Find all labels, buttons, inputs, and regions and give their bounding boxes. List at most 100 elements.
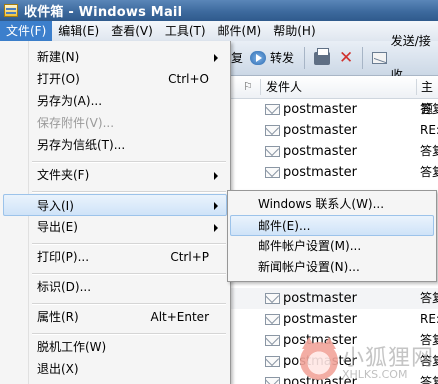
forward-label: 转发 (270, 51, 295, 65)
envelope-icon (265, 104, 280, 115)
mail-app-icon (4, 4, 18, 17)
menu-item-label: 打开(O) (37, 72, 80, 86)
delete-button[interactable]: ✕ (339, 41, 353, 75)
menu-item-save-as[interactable]: 另存为(A)... (3, 90, 227, 112)
menu-item-shortcut: Ctrl+O (168, 72, 209, 86)
menu-separator (32, 273, 226, 275)
menu-item-new[interactable]: 新建(N) (3, 46, 227, 68)
column-divider[interactable] (260, 79, 261, 95)
reply-button[interactable]: 复 (231, 41, 243, 75)
menu-edit[interactable]: 编辑(E) (52, 21, 105, 41)
menu-bar: 文件(F) 编辑(E) 查看(V) 工具(T) 邮件(M) 帮助(H) (0, 21, 438, 42)
menu-tools[interactable]: 工具(T) (159, 21, 212, 41)
menu-item-label: 退出(X) (37, 362, 79, 376)
menu-separator (32, 333, 226, 335)
menu-item-exit[interactable]: 退出(X) (3, 358, 227, 380)
submenu-item-windows-contacts[interactable]: Windows 联系人(W)... (230, 194, 434, 215)
column-divider[interactable] (416, 79, 417, 95)
menu-item-save-attachments: 保存附件(V)... (3, 112, 227, 134)
message-subject: 答复 (420, 144, 438, 158)
message-subject: 答复 (420, 102, 438, 116)
message-subject: 答复 (420, 165, 438, 179)
toolbar-separator (304, 47, 305, 69)
menu-item-label: 文件夹(F) (37, 168, 90, 182)
site-watermark: 小狐狸网 XHLKS.COM (300, 337, 438, 384)
envelope-icon (265, 314, 280, 325)
menu-view[interactable]: 查看(V) (105, 21, 159, 41)
menu-help[interactable]: 帮助(H) (267, 21, 321, 41)
forward-icon (250, 51, 266, 65)
column-from[interactable]: 发件人 (266, 76, 302, 98)
message-from: postmaster (283, 123, 357, 138)
submenu-item-label: 邮件帐户设置(M)... (258, 239, 362, 253)
print-button[interactable] (314, 41, 330, 75)
menu-item-label: 另存为(A)... (37, 94, 103, 108)
forward-button[interactable]: 转发 (250, 41, 294, 75)
message-from: postmaster (283, 144, 357, 159)
menu-item-properties[interactable]: 属性(R) Alt+Enter (3, 306, 227, 328)
message-subject: 答复 (420, 291, 438, 305)
message-from: postmaster (283, 312, 357, 327)
menu-separator (32, 243, 226, 245)
menu-item-work-offline[interactable]: 脱机工作(W) (3, 336, 227, 358)
submenu-arrow-icon (214, 54, 218, 62)
list-header: ⚐ 发件人 主题 (230, 76, 438, 116)
message-row[interactable]: postmaster RE: (230, 120, 438, 141)
message-subject: RE: (420, 312, 438, 326)
message-row[interactable]: postmaster 答复 (230, 99, 438, 120)
menu-file[interactable]: 文件(F) (0, 21, 53, 41)
menu-item-print[interactable]: 打印(P)... Ctrl+P (3, 246, 227, 268)
menu-separator (32, 303, 226, 305)
menu-item-label: 打印(P)... (37, 250, 90, 264)
menu-message[interactable]: 邮件(M) (212, 21, 268, 41)
reply-label-partial: 复 (231, 51, 244, 65)
menu-separator (32, 161, 226, 163)
menu-item-folder[interactable]: 文件夹(F) (3, 164, 227, 186)
menu-item-label: 标识(D)... (37, 280, 92, 294)
message-from: postmaster (283, 291, 357, 306)
file-menu-dropdown: 新建(N) 打开(O) Ctrl+O 另存为(A)... 保存附件(V)... … (0, 41, 231, 384)
menu-item-label: 另存为信纸(T)... (37, 138, 126, 152)
menu-item-save-as-stationery[interactable]: 另存为信纸(T)... (3, 134, 227, 156)
menu-item-shortcut: Alt+Enter (150, 310, 209, 324)
menu-item-label: 新建(N) (37, 50, 80, 64)
message-from: postmaster (283, 165, 357, 180)
flag-column-icon[interactable]: ⚐ (243, 80, 253, 93)
message-row[interactable]: postmaster 答复 (230, 288, 438, 309)
envelope-icon (265, 167, 280, 178)
menu-separator (32, 191, 226, 193)
message-from: postmaster (283, 102, 357, 117)
delete-icon: ✕ (339, 48, 354, 68)
message-row[interactable]: postmaster RE: (230, 309, 438, 330)
menu-item-export[interactable]: 导出(E) (3, 216, 227, 238)
menu-item-label: 保存附件(V)... (37, 116, 115, 130)
envelope-icon (265, 125, 280, 136)
submenu-item-label: 邮件(E)... (258, 219, 311, 233)
menu-item-identities[interactable]: 标识(D)... (3, 276, 227, 298)
submenu-item-mail-account-settings[interactable]: 邮件帐户设置(M)... (230, 236, 434, 257)
menu-item-open[interactable]: 打开(O) Ctrl+O (3, 68, 227, 90)
menu-item-label: 导入(I) (37, 199, 74, 213)
send-receive-icon (372, 52, 387, 64)
envelope-icon (265, 377, 280, 384)
submenu-item-news-account-settings[interactable]: 新闻帐户设置(N)... (230, 257, 434, 278)
submenu-item-label: Windows 联系人(W)... (258, 197, 385, 211)
watermark-english-text: XHLKS.COM (342, 368, 408, 381)
message-row[interactable]: postmaster 答复 (230, 141, 438, 162)
message-row[interactable]: postmaster 答复 (230, 162, 438, 183)
menu-item-import[interactable]: 导入(I) (3, 194, 227, 216)
envelope-icon (265, 335, 280, 346)
envelope-icon (265, 293, 280, 304)
print-icon (314, 47, 330, 65)
toolbar-separator (362, 47, 363, 69)
menu-item-label: 脱机工作(W) (37, 340, 107, 354)
menu-item-label: 属性(R) (37, 310, 79, 324)
message-subject: RE: (420, 123, 438, 137)
submenu-arrow-icon (214, 172, 218, 180)
submenu-item-messages[interactable]: 邮件(E)... (230, 215, 434, 236)
send-receive-button[interactable]: 发送/接收 (372, 34, 438, 82)
title-bar: 收件箱 - Windows Mail (0, 0, 438, 21)
fox-logo-icon (300, 337, 338, 380)
window-title: 收件箱 - Windows Mail (24, 5, 183, 20)
submenu-arrow-icon (214, 202, 218, 210)
